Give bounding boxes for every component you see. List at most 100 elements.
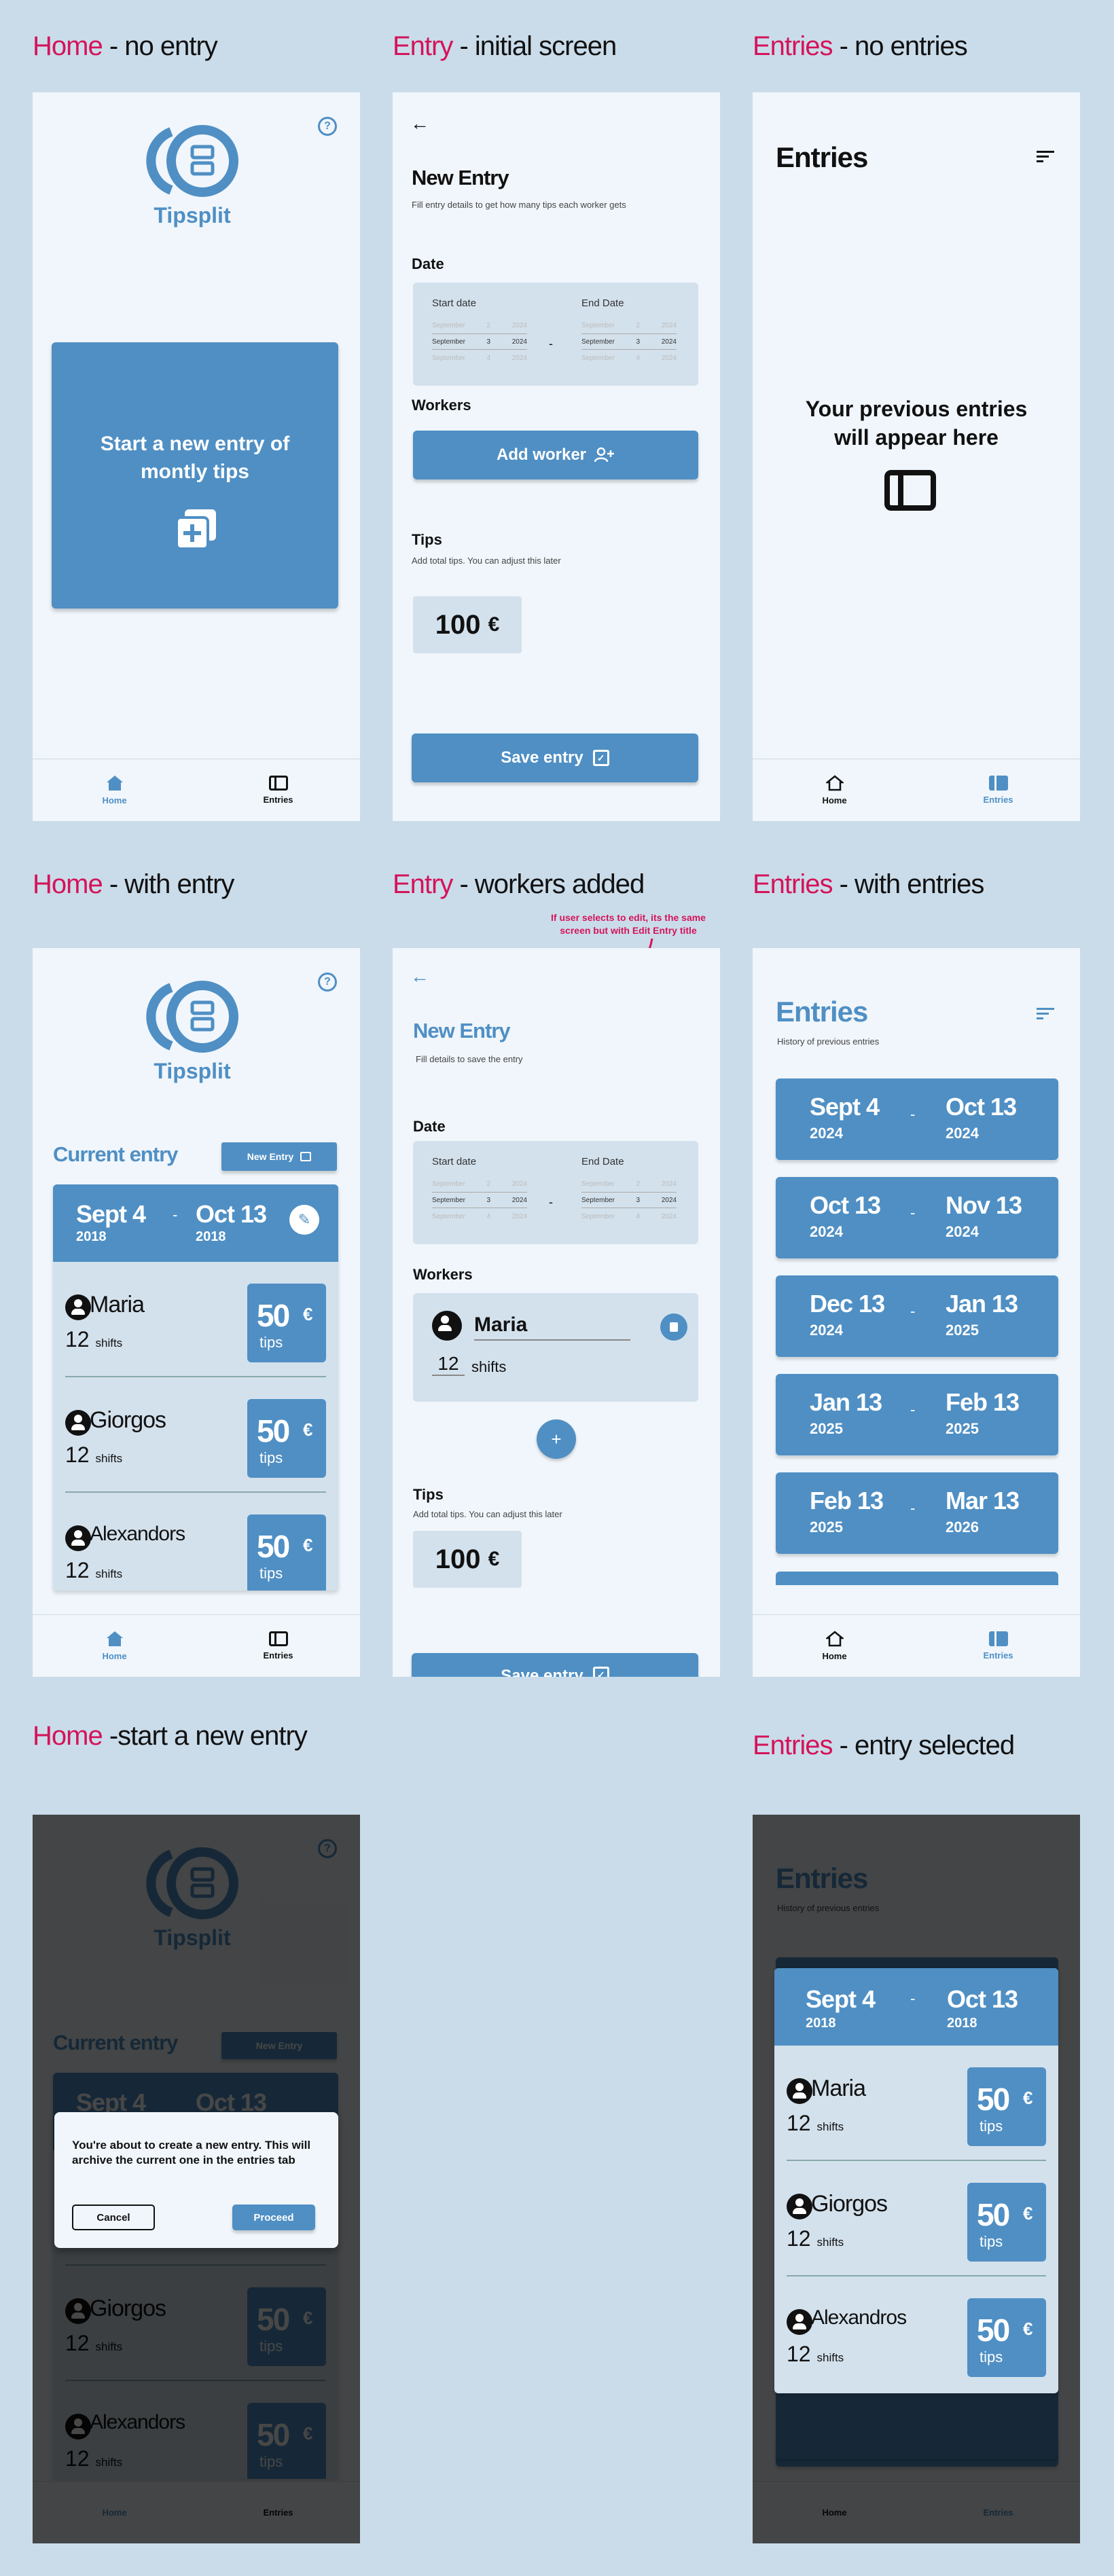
page-title: New Entry <box>412 166 509 189</box>
end-date-picker[interactable]: End Date September 2 2024 September 3 2024 S… <box>581 1156 677 1224</box>
add-worker-button[interactable]: Add worker <box>413 431 698 479</box>
proceed-button[interactable]: Proceed <box>232 2205 315 2230</box>
screen-home-with-entry: ? Tipsplit Current entry New Entry Sept … <box>33 948 360 1677</box>
check-icon: ✓ <box>592 750 609 766</box>
tips-badge: 50 € tips <box>247 1284 326 1362</box>
back-arrow-icon[interactable]: ← <box>410 966 429 987</box>
current-entry-title: Current entry <box>53 1142 178 1166</box>
page-subtitle: Fill details to save the entry <box>416 1054 523 1064</box>
date-label: Date <box>413 1118 446 1135</box>
nav-home[interactable]: Home <box>753 1615 916 1677</box>
tips-badge: 50 € tips <box>967 2067 1046 2146</box>
tips-input[interactable]: 100 € <box>413 1531 522 1588</box>
help-icon[interactable]: ? <box>318 117 337 136</box>
entry-card[interactable]: Sept 4 2024- Oct 13 2024 <box>776 1078 1058 1160</box>
home-icon <box>825 775 844 791</box>
cancel-button[interactable]: Cancel <box>72 2205 155 2230</box>
nav-entries[interactable]: Entries <box>196 1615 360 1677</box>
home-icon <box>106 1631 123 1646</box>
check-icon: ✓ <box>592 1667 609 1677</box>
tipsplit-logo-icon <box>146 981 238 1053</box>
save-entry-button[interactable]: Save entry ✓ <box>412 1653 698 1677</box>
nav-entries[interactable]: Entries <box>916 759 1080 821</box>
nav-home[interactable]: Home <box>33 759 196 821</box>
worker-name-input[interactable]: Maria <box>474 1313 630 1341</box>
sort-icon[interactable] <box>1037 1006 1054 1020</box>
date-picker: Start date September 2 2024 September 3 2024… <box>413 283 698 386</box>
start-date-picker[interactable]: Start date September 2 2024 September 3 2024… <box>432 1156 527 1224</box>
add-person-icon <box>594 447 615 462</box>
person-icon <box>787 2078 812 2104</box>
entry-card[interactable]: Oct 13 2024- Nov 13 2024 <box>776 1177 1058 1258</box>
back-arrow-icon[interactable]: ← <box>410 113 429 134</box>
selected-entry-card: Sept 4 2018 - Oct 13 2018 Maria 12 shifts… <box>774 1968 1058 2393</box>
entries-empty-icon <box>884 470 936 511</box>
tipsplit-logo-icon <box>146 125 238 197</box>
page-title: Entries <box>776 141 868 173</box>
screen-entry-initial: ← New Entry Fill entry details to get ho… <box>393 92 720 821</box>
worker-row: Alexandors 12 shifts 50 € tips <box>65 1493 326 1591</box>
home-icon <box>106 776 123 791</box>
tips-badge: 50 € tips <box>967 2298 1046 2377</box>
home-icon <box>825 1631 844 1647</box>
worker-row: Giorgos 12 shifts 50 € tips <box>787 2161 1046 2276</box>
entry-card[interactable]: Jan 13 2025- Feb 13 2025 <box>776 1374 1058 1455</box>
tips-input[interactable]: 100 € <box>413 596 522 653</box>
bottom-nav: Home Entries <box>33 1614 360 1677</box>
person-icon <box>65 1525 91 1551</box>
nav-entries[interactable]: Entries <box>916 1615 1080 1677</box>
new-entry-button[interactable]: New Entry <box>221 1142 337 1171</box>
workers-label: Workers <box>412 397 471 414</box>
label-entries-selected: Entries - entry selected <box>753 1730 1015 1760</box>
entry-card[interactable]: Feb 13 2025- Mar 13 2026 <box>776 1472 1058 1554</box>
shifts-input[interactable]: 12 <box>432 1353 465 1376</box>
tips-subtitle: Add total tips. You can adjust this late… <box>413 1509 562 1519</box>
screen-home-no-entry: ? Tipsplit Start a new entry of montly t… <box>33 92 360 821</box>
worker-row: Giorgos 12 shifts 50 € tips <box>65 1377 326 1493</box>
worker-card: Maria 12 shifts <box>413 1293 698 1402</box>
nav-home[interactable]: Home <box>753 759 916 821</box>
tips-label: Tips <box>413 1486 444 1503</box>
delete-icon[interactable] <box>660 1313 687 1341</box>
worker-row: Alexandros 12 shifts 50 € tips <box>787 2276 1046 2392</box>
app-name: Tipsplit <box>154 1059 231 1083</box>
annotation-note: If user selects to edit, its the same sc… <box>551 912 706 936</box>
new-entry-icon <box>300 1152 312 1161</box>
sort-icon[interactable] <box>1037 149 1054 163</box>
entries-icon <box>988 776 1008 791</box>
edit-icon[interactable]: ✎ <box>289 1205 319 1235</box>
page-subtitle: Fill entry details to get how many tips … <box>412 200 626 210</box>
entries-icon <box>988 1631 1008 1646</box>
save-entry-button[interactable]: Save entry ✓ <box>412 733 698 782</box>
label-entry-initial: Entry - initial screen <box>393 31 617 61</box>
date-picker: Start date September 2 2024 September 3 2024… <box>413 1141 698 1244</box>
screen-entries-with: Entries History of previous entries Sept… <box>753 948 1080 1677</box>
screen-home-start-new: ? Tipsplit Current entry New Entry Sept … <box>33 1815 360 2543</box>
start-date-picker[interactable]: Start date September 2 2024 September 3 2024… <box>432 297 527 366</box>
label-home-start-new: Home -start a new entry <box>33 1721 308 1751</box>
add-worker-button[interactable]: + <box>537 1419 576 1459</box>
person-icon <box>65 1410 91 1436</box>
bottom-nav: Home Entries <box>33 759 360 821</box>
entry-card[interactable]: Dec 13 2024- Jan 13 2025 <box>776 1275 1058 1357</box>
add-entry-icon <box>175 509 216 550</box>
end-date-picker[interactable]: End Date September 2 2024 September 3 2024 S… <box>581 297 677 366</box>
label-entry-workers: Entry - workers added <box>393 869 645 899</box>
help-icon[interactable]: ? <box>318 973 337 992</box>
person-icon <box>787 2194 812 2219</box>
entry-card-partial[interactable] <box>776 1572 1058 1585</box>
tips-subtitle: Add total tips. You can adjust this late… <box>412 556 561 566</box>
person-icon <box>65 1294 91 1320</box>
screen-entry-workers: ← New Entry Fill details to save the ent… <box>393 948 720 1677</box>
tips-badge: 50 € tips <box>967 2183 1046 2262</box>
start-entry-card[interactable]: Start a new entry of montly tips <box>52 342 338 609</box>
nav-entries[interactable]: Entries <box>196 759 360 821</box>
nav-home[interactable]: Home <box>33 1615 196 1677</box>
person-icon <box>432 1311 462 1341</box>
worker-row: Maria 12 shifts 50 € tips <box>65 1262 326 1377</box>
page-title: Entries <box>776 996 868 1028</box>
tips-badge: 50 € tips <box>247 1399 326 1478</box>
label-entries-none: Entries - no entries <box>753 31 968 61</box>
person-icon <box>787 2309 812 2335</box>
app-name: Tipsplit <box>154 203 231 228</box>
